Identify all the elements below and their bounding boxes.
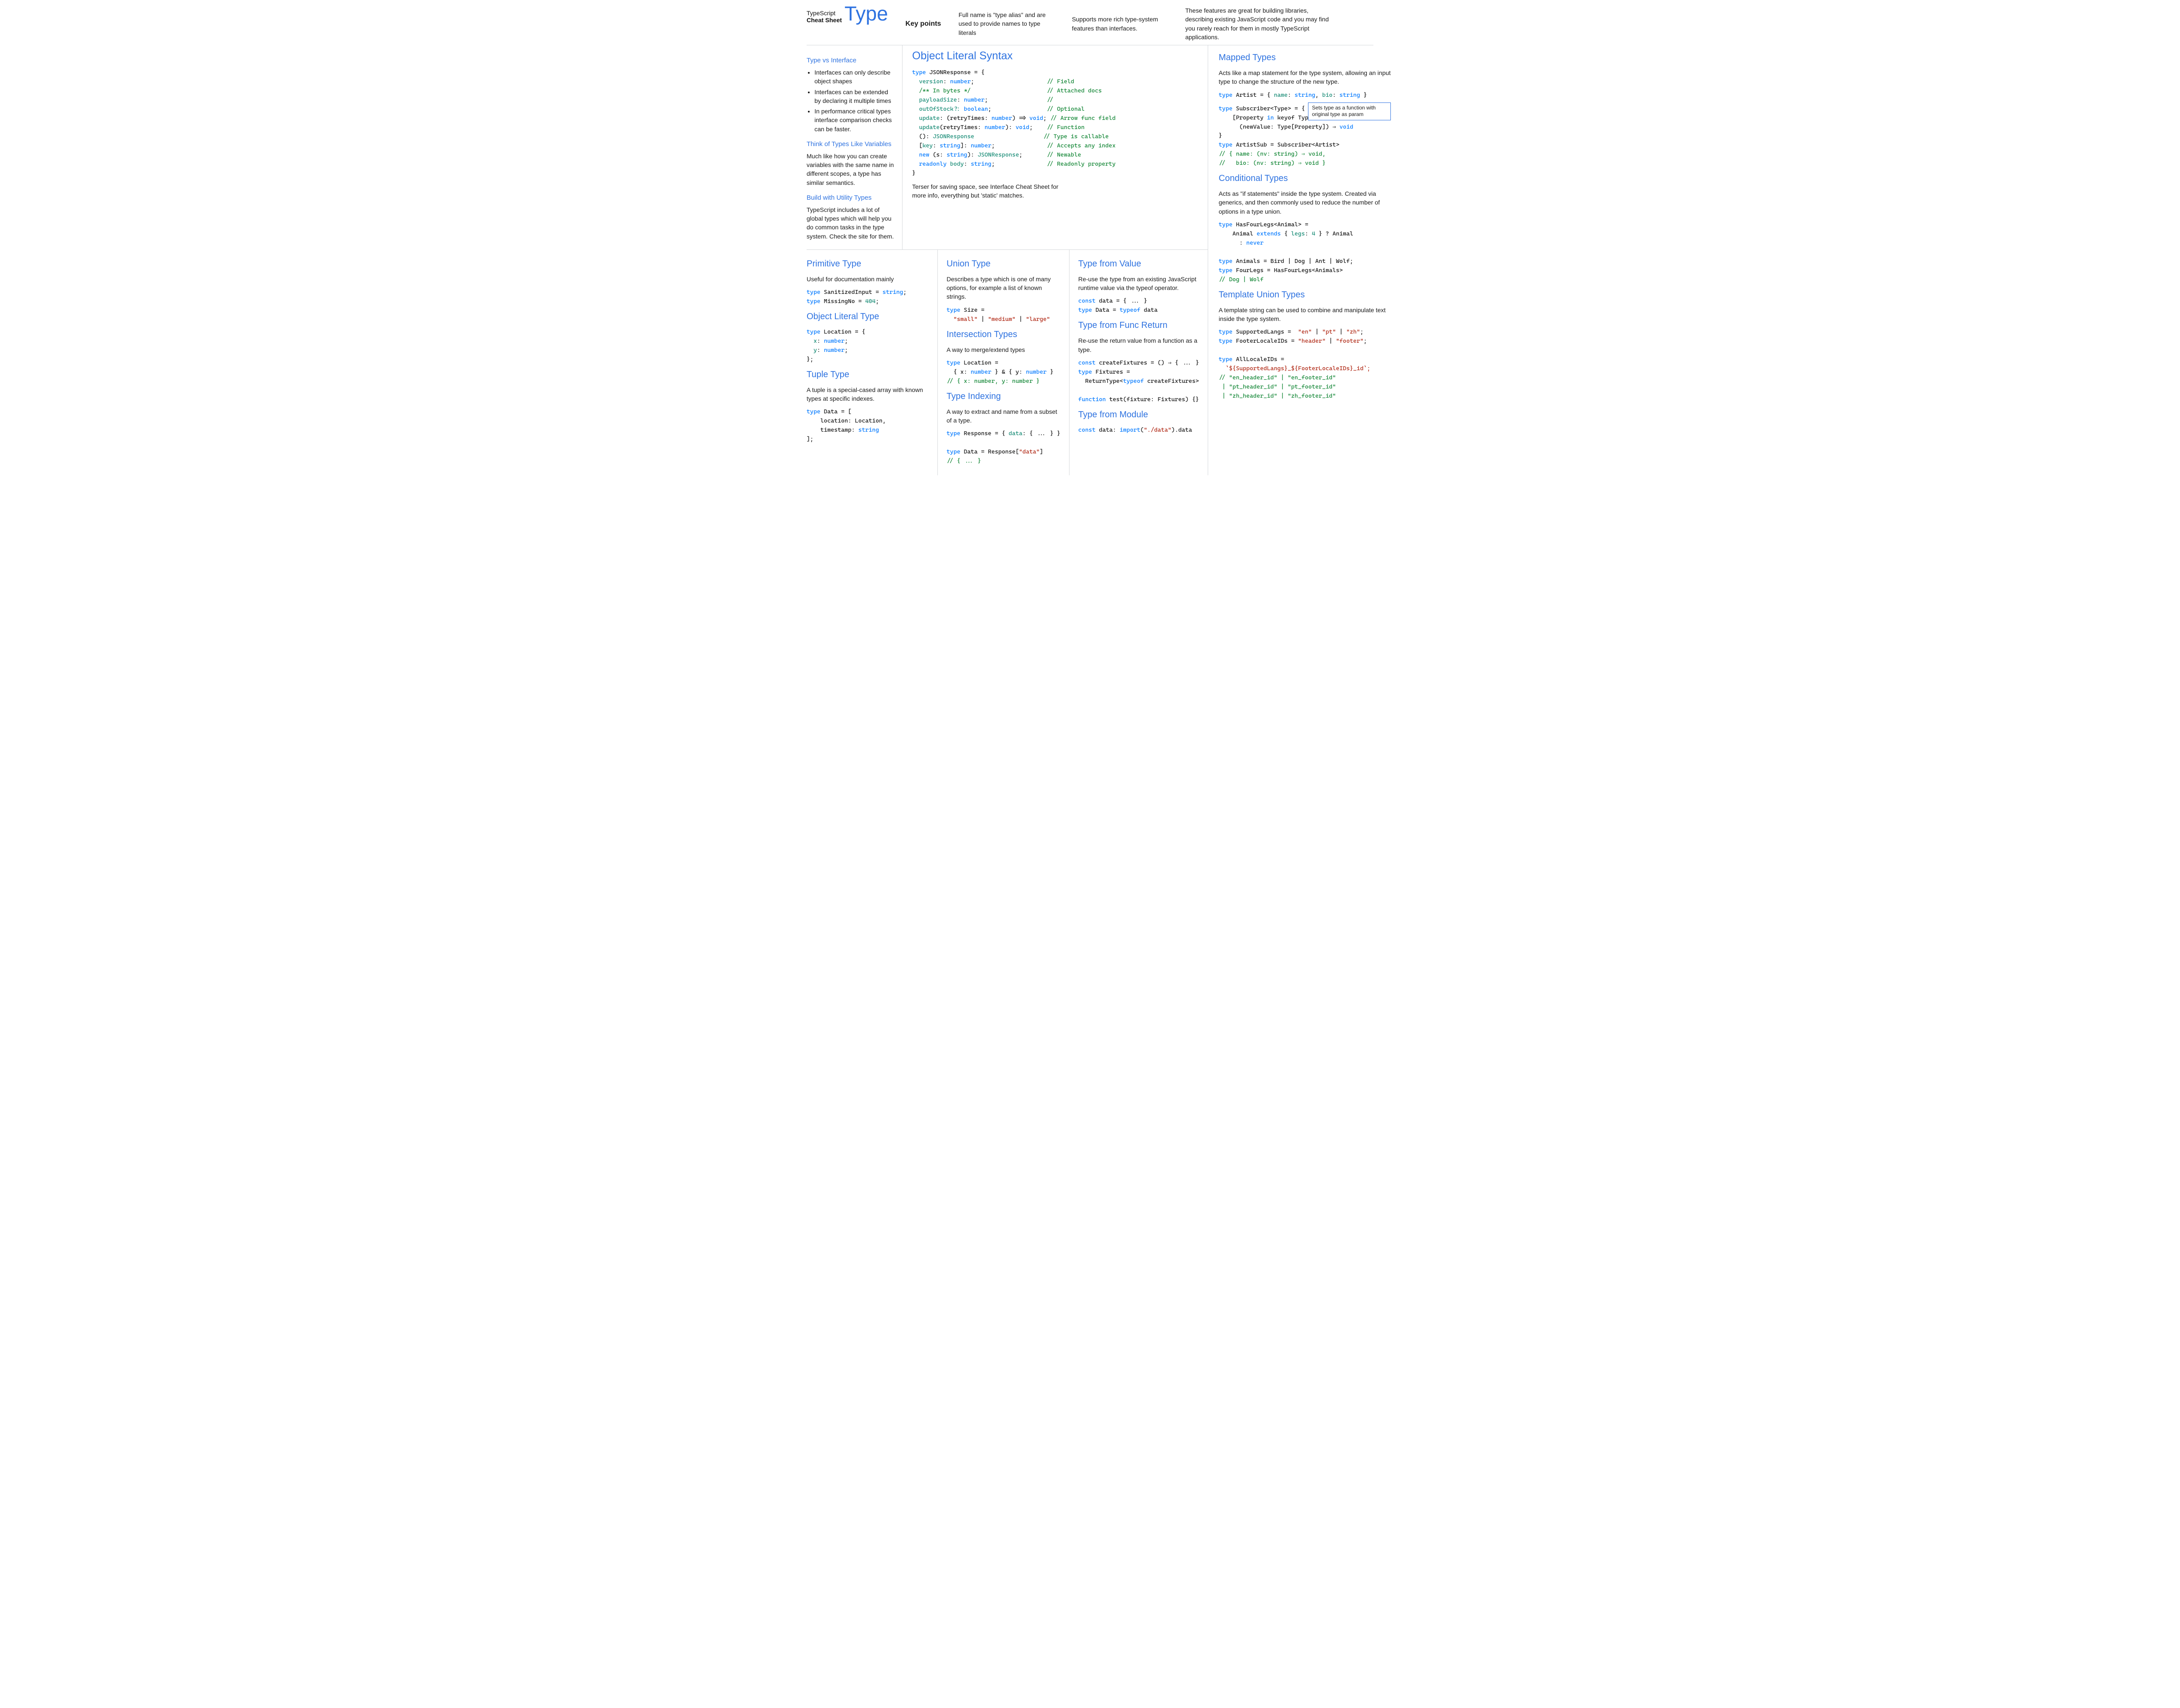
key-point-2: Supports more rich type-system features … — [1072, 15, 1168, 33]
union-code: type Size = "small" | "medium" | "large" — [947, 306, 1060, 324]
cond-code: type HasFourLegs<Animal> = Animal extend… — [1219, 220, 1391, 284]
cond-title: Conditional Types — [1219, 172, 1391, 185]
tfm-code: const data: import("./data").data — [1078, 426, 1199, 435]
primitive-text: Useful for documentation mainly — [807, 275, 929, 283]
sidebar-text-2: Much like how you can create variables w… — [807, 152, 896, 187]
page-title: Type — [845, 3, 888, 24]
union-title: Union Type — [947, 258, 1060, 270]
list-item: Interfaces can be extended by declaring … — [814, 88, 896, 106]
lower-grid: Primitive Type Useful for documentation … — [807, 250, 1208, 475]
tfm-title: Type from Module — [1078, 409, 1199, 421]
mapped-text: Acts like a map statement for the type s… — [1219, 68, 1391, 86]
mapped-callout-right: Sets type as a function with original ty… — [1308, 102, 1391, 120]
tfv-text: Re-use the type from an existing JavaScr… — [1078, 275, 1199, 293]
olt-title: Object Literal Type — [807, 310, 929, 323]
tmpl-title: Template Union Types — [1219, 289, 1391, 301]
tfr-text: Re-use the return value from a function … — [1078, 336, 1199, 354]
indexing-code: type Response = { data: { ... } } type D… — [947, 429, 1060, 466]
primitive-code: type SanitizedInput = string; type Missi… — [807, 288, 929, 306]
tfr-code: const createFixtures = () ⇒ { ... } type… — [1078, 358, 1199, 404]
sidebar: Type vs Interface Interfaces can only de… — [807, 45, 903, 249]
mapped-title: Mapped Types — [1219, 51, 1391, 64]
header-description: These features are great for building li… — [1185, 6, 1338, 41]
tuple-text: A tuple is a special-cased array with kn… — [807, 385, 929, 403]
tfv-title: Type from Value — [1078, 258, 1199, 270]
mapped-code-1: type Artist = { name: string, bio: strin… — [1219, 91, 1391, 100]
right-column: Mapped Types Acts like a map statement f… — [1208, 45, 1391, 475]
sidebar-text-3: TypeScript includes a lot of global type… — [807, 205, 896, 241]
primitive-title: Primitive Type — [807, 258, 929, 270]
indexing-text: A way to extract and name from a subset … — [947, 407, 1060, 425]
sidebar-heading-3: Build with Utility Types — [807, 193, 896, 203]
olt-code: type Location = { x: number; y: number; … — [807, 327, 929, 364]
sidebar-heading-1: Type vs Interface — [807, 56, 896, 65]
key-point-1: Full name is "type alias" and are used t… — [958, 10, 1054, 37]
cond-text: Acts as "if statements" inside the type … — [1219, 189, 1391, 216]
header: TypeScript Cheat Sheet Type Key points F… — [807, 6, 1373, 45]
tfv-code: const data = { ... } type Data = typeof … — [1078, 297, 1199, 315]
ols-terser-note: Terser for saving space, see Interface C… — [912, 182, 1069, 200]
list-item: Interfaces can only describe object shap… — [814, 68, 896, 86]
tmpl-text: A template string can be used to combine… — [1219, 306, 1391, 324]
tfr-title: Type from Func Return — [1078, 319, 1199, 332]
key-points-label: Key points — [906, 19, 941, 29]
intersection-code: type Location = { x: number } & { y: num… — [947, 358, 1060, 386]
intersection-title: Intersection Types — [947, 328, 1060, 341]
sidebar-bullets: Interfaces can only describe object shap… — [814, 68, 896, 133]
tmpl-code: type SupportedLangs = "en" | "pt" | "zh"… — [1219, 327, 1391, 400]
list-item: In performance critical types interface … — [814, 107, 896, 133]
union-text: Describes a type which is one of many op… — [947, 275, 1060, 301]
object-literal-syntax-panel: Object Literal Syntax type JSONResponse … — [903, 45, 1208, 249]
tuple-title: Tuple Type — [807, 368, 929, 381]
sidebar-heading-2: Think of Types Like Variables — [807, 140, 896, 149]
indexing-title: Type Indexing — [947, 390, 1060, 403]
intersection-text: A way to merge/extend types — [947, 345, 1060, 354]
ols-code: type JSONResponse = { version: number; /… — [912, 68, 1208, 177]
ols-title: Object Literal Syntax — [912, 48, 1208, 64]
tuple-code: type Data = [ location: Location, timest… — [807, 407, 929, 444]
cheat-sheet-label: TypeScript Cheat Sheet — [807, 10, 842, 24]
